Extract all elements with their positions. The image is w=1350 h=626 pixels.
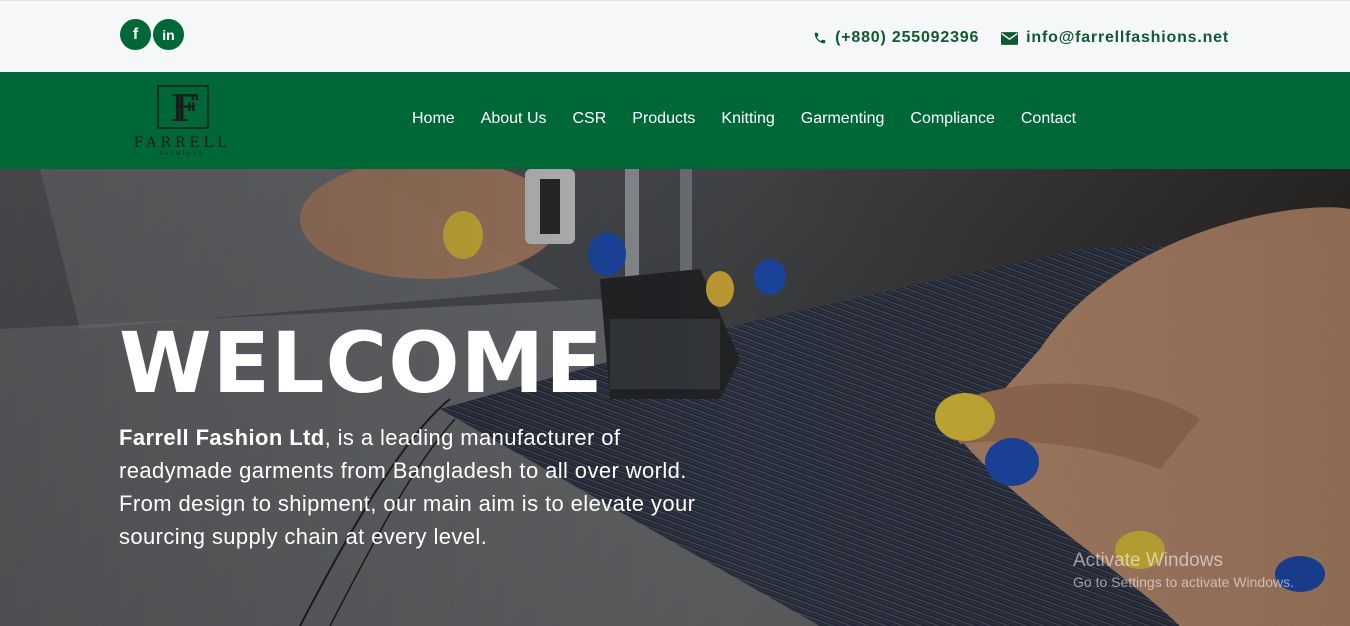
nav-item-knitting[interactable]: Knitting	[708, 110, 787, 128]
nav-link-contact[interactable]: Contact	[1008, 110, 1089, 128]
nav-link-garmenting[interactable]: Garmenting	[788, 110, 898, 128]
nav-item-csr[interactable]: CSR	[560, 110, 620, 128]
envelope-icon	[1001, 31, 1019, 45]
svg-text:FASHIONS: FASHIONS	[160, 151, 204, 157]
nav-item-compliance[interactable]: Compliance	[897, 110, 1007, 128]
watermark-title: Activate Windows	[1073, 550, 1223, 571]
social-links: f in	[120, 19, 184, 50]
nav-item-about[interactable]: About Us	[468, 110, 560, 128]
email-address[interactable]: info@farrellfashions.net	[1026, 29, 1229, 47]
linkedin-icon[interactable]: in	[153, 19, 184, 50]
hero-banner: WELCOME Farrell Fashion Ltd, is a leadin…	[0, 169, 1350, 626]
phone-number[interactable]: (+880) 255092396	[835, 29, 979, 47]
main-menu: Home About Us CSR Products Knitting Garm…	[399, 110, 1089, 128]
facebook-icon[interactable]: f	[120, 19, 151, 50]
company-name: Farrell Fashion Ltd	[119, 425, 325, 450]
svg-text:FARRELL: FARRELL	[134, 135, 231, 151]
svg-text:F: F	[175, 89, 200, 130]
nav-link-compliance[interactable]: Compliance	[897, 110, 1007, 128]
phone-icon	[814, 32, 826, 44]
nav-link-about[interactable]: About Us	[468, 110, 560, 128]
nav-link-knitting[interactable]: Knitting	[708, 110, 787, 128]
windows-activation-watermark: Activate Windows Go to Settings to activ…	[1073, 550, 1294, 590]
nav-item-contact[interactable]: Contact	[1008, 110, 1089, 128]
phone-item[interactable]: (+880) 255092396	[813, 29, 979, 47]
hero-intro: Farrell Fashion Ltd, is a leading manufa…	[119, 421, 739, 553]
nav-item-home[interactable]: Home	[399, 110, 468, 128]
watermark-subtitle: Go to Settings to activate Windows.	[1073, 574, 1294, 590]
contact-info: (+880) 255092396 info@farrellfashions.ne…	[813, 29, 1229, 47]
hero-heading: WELCOME	[119, 314, 604, 412]
nav-link-home[interactable]: Home	[399, 110, 468, 128]
nav-item-garmenting[interactable]: Garmenting	[788, 110, 898, 128]
main-navbar: F F FARRELL FASHIONS Home About Us CSR P…	[0, 72, 1350, 169]
top-bar: f in (+880) 255092396 info@farrellfashio…	[0, 0, 1350, 72]
email-item[interactable]: info@farrellfashions.net	[1001, 29, 1229, 47]
nav-link-products[interactable]: Products	[619, 110, 708, 128]
nav-item-products[interactable]: Products	[619, 110, 708, 128]
farrell-logo[interactable]: F F FARRELL FASHIONS	[122, 84, 242, 158]
nav-link-csr[interactable]: CSR	[560, 110, 620, 128]
